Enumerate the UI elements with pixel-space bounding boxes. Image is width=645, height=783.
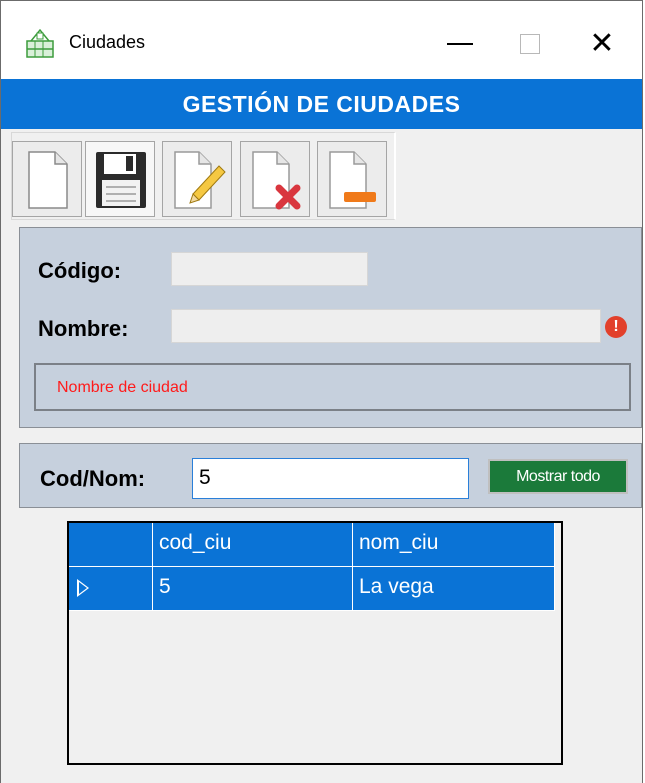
validation-message: Nombre de ciudad [57, 379, 188, 396]
save-button[interactable] [85, 141, 155, 217]
delete-button[interactable] [240, 141, 310, 217]
table-row[interactable]: 5 La vega [69, 567, 555, 611]
column-header-nom-ciu[interactable]: nom_ciu [353, 523, 555, 567]
row-pointer-icon [77, 579, 89, 597]
remove-icon [329, 151, 376, 209]
maximize-icon [520, 34, 540, 54]
grid-header: cod_ciu nom_ciu [69, 523, 555, 567]
close-icon: ✕ [589, 26, 615, 61]
nombre-field[interactable] [171, 309, 601, 343]
maximize-button[interactable] [495, 15, 565, 73]
new-document-icon [28, 151, 68, 209]
show-all-button[interactable]: Mostrar todo [488, 459, 628, 494]
nombre-label: Nombre: [38, 316, 129, 341]
form-panel: Código: Nombre: ! Nombre de ciudad [19, 227, 642, 428]
search-panel: Cod/Nom: 5 Mostrar todo [19, 443, 642, 508]
cell-nom-ciu[interactable]: La vega [353, 567, 555, 611]
row-header-corner [69, 523, 153, 567]
message-box: Nombre de ciudad [34, 363, 631, 411]
page-title: GESTIÓN DE CIUDADES [182, 90, 461, 117]
window-title: Ciudades [69, 32, 146, 52]
remove-button[interactable] [317, 141, 387, 217]
codigo-label: Código: [38, 258, 122, 283]
cell-cod-ciu[interactable]: 5 [153, 567, 353, 611]
edit-button[interactable] [162, 141, 232, 217]
close-button[interactable]: ✕ [567, 15, 637, 73]
save-icon [96, 152, 146, 208]
minimize-button[interactable] [425, 15, 495, 73]
edit-icon [174, 151, 226, 209]
search-label: Cod/Nom: [40, 466, 146, 491]
delete-icon [252, 151, 301, 210]
ciudades-window: Ciudades ✕ GESTIÓN DE CIUDADES Código: N… [0, 0, 643, 783]
column-header-cod-ciu[interactable]: cod_ciu [153, 523, 353, 567]
minimize-icon [447, 43, 473, 45]
app-window-icon [23, 27, 57, 61]
codigo-field[interactable] [171, 252, 368, 286]
data-grid[interactable]: cod_ciu nom_ciu 5 La vega [67, 521, 563, 765]
error-icon: ! [605, 316, 627, 338]
new-button[interactable] [12, 141, 82, 217]
search-input[interactable]: 5 [192, 458, 469, 499]
header-banner: GESTIÓN DE CIUDADES [1, 79, 642, 129]
title-bar: Ciudades ✕ [1, 1, 642, 79]
toolbar [11, 132, 396, 220]
row-selector[interactable] [69, 567, 153, 611]
